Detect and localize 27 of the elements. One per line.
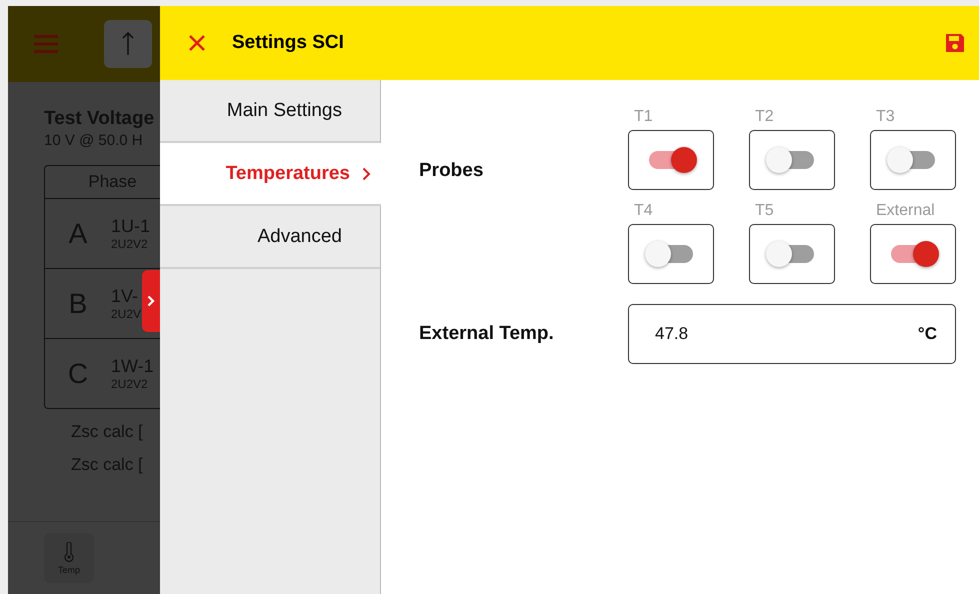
probe-label: External [875, 202, 936, 221]
probe-toggle[interactable] [749, 130, 835, 190]
chevron-icon [362, 166, 371, 180]
thermometer-icon [64, 542, 74, 562]
probe-toggle[interactable] [628, 224, 714, 284]
settings-title: Settings SCI [232, 32, 345, 54]
probe-label: T5 [754, 202, 775, 221]
probe-toggle[interactable] [628, 130, 714, 190]
temp-unit: °C [918, 324, 937, 344]
probes-label: Probes [419, 160, 484, 183]
expand-tab[interactable] [142, 270, 160, 332]
save-icon[interactable] [944, 32, 966, 54]
probe-label: T4 [633, 202, 654, 221]
probe-toggle[interactable] [870, 130, 956, 190]
arrow-icon [121, 31, 135, 57]
settings-tab[interactable]: Temperatures [160, 143, 381, 206]
probe-label: T2 [754, 108, 775, 127]
probe-label: T3 [875, 108, 896, 127]
external-temp-label: External Temp. [419, 323, 555, 345]
close-icon[interactable] [189, 35, 205, 51]
temp-value: 47.8 [655, 324, 688, 344]
external-temp-field[interactable]: 47.8 °C [628, 304, 956, 364]
probe-toggle[interactable] [870, 224, 956, 284]
probe-toggle[interactable] [749, 224, 835, 284]
probe-label: T1 [633, 108, 654, 127]
settings-tab[interactable]: Advanced [160, 206, 380, 269]
chevron-icon [147, 295, 155, 307]
